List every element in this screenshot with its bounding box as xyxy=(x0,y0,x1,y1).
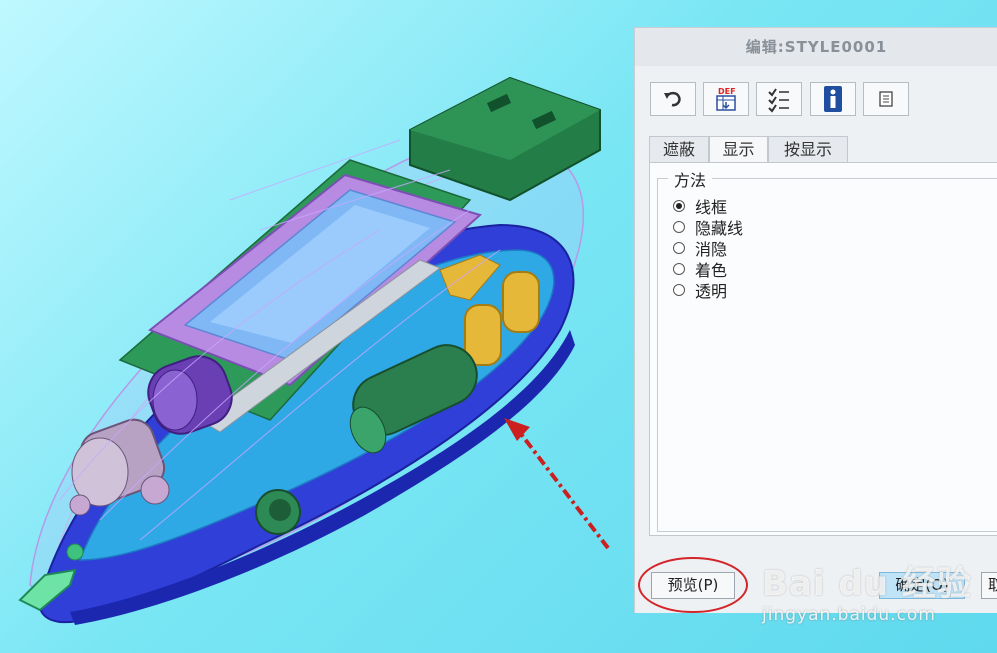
baidu-logo: Bai du 经验 xyxy=(762,564,972,604)
undo-button[interactable] xyxy=(650,82,696,116)
svg-text:DEF: DEF xyxy=(718,87,736,96)
tab-masking[interactable]: 遮蔽 xyxy=(649,136,709,162)
info-icon xyxy=(824,86,842,112)
edit-style-dialog: 编辑:STYLE0001 DEF 遮蔽 显示 按显示 方法 线框 隐藏线 消隐 … xyxy=(634,27,997,613)
info-button[interactable] xyxy=(810,82,856,116)
radio-no-hidden[interactable]: 消隐 xyxy=(673,237,727,259)
side-button-top xyxy=(502,271,540,333)
radio-button[interactable] xyxy=(673,283,685,296)
properties-button[interactable] xyxy=(863,82,909,116)
checklist-button[interactable] xyxy=(756,82,802,116)
baidu-watermark: Bai du 经验 jingyan.baidu.com xyxy=(762,565,972,625)
method-group-title: 方法 xyxy=(668,167,713,191)
red-arrow xyxy=(516,428,610,550)
radio-label: 透明 xyxy=(695,281,728,301)
red-highlight-circle xyxy=(638,557,748,613)
red-arrowhead xyxy=(504,418,530,441)
display-panel: 方法 线框 隐藏线 消隐 着色 透明 xyxy=(649,162,997,536)
definition-icon: DEF xyxy=(716,87,736,111)
cancel-button[interactable]: 取 xyxy=(981,572,997,599)
watermark-url: jingyan.baidu.com xyxy=(762,605,936,625)
radio-button[interactable] xyxy=(673,220,685,233)
tab-by-display[interactable]: 按显示 xyxy=(768,136,848,162)
radio-transparent[interactable]: 透明 xyxy=(673,279,728,301)
dialog-title: 编辑:STYLE0001 xyxy=(635,28,997,66)
properties-icon xyxy=(879,91,893,107)
method-group: 方法 线框 隐藏线 消隐 着色 透明 xyxy=(657,167,997,532)
undo-icon xyxy=(664,91,681,107)
definition-button[interactable]: DEF xyxy=(703,82,749,116)
radio-button[interactable] xyxy=(673,262,685,275)
tab-display[interactable]: 显示 xyxy=(709,136,768,163)
usb-device-model[interactable] xyxy=(0,0,640,653)
radio-shading[interactable]: 着色 xyxy=(673,258,727,280)
radio-hidden-line[interactable]: 隐藏线 xyxy=(673,216,743,238)
checklist-icon xyxy=(768,88,789,113)
radio-wireframe[interactable]: 线框 xyxy=(673,195,727,217)
radio-button[interactable] xyxy=(673,241,685,254)
radio-button-selected[interactable] xyxy=(673,199,685,212)
